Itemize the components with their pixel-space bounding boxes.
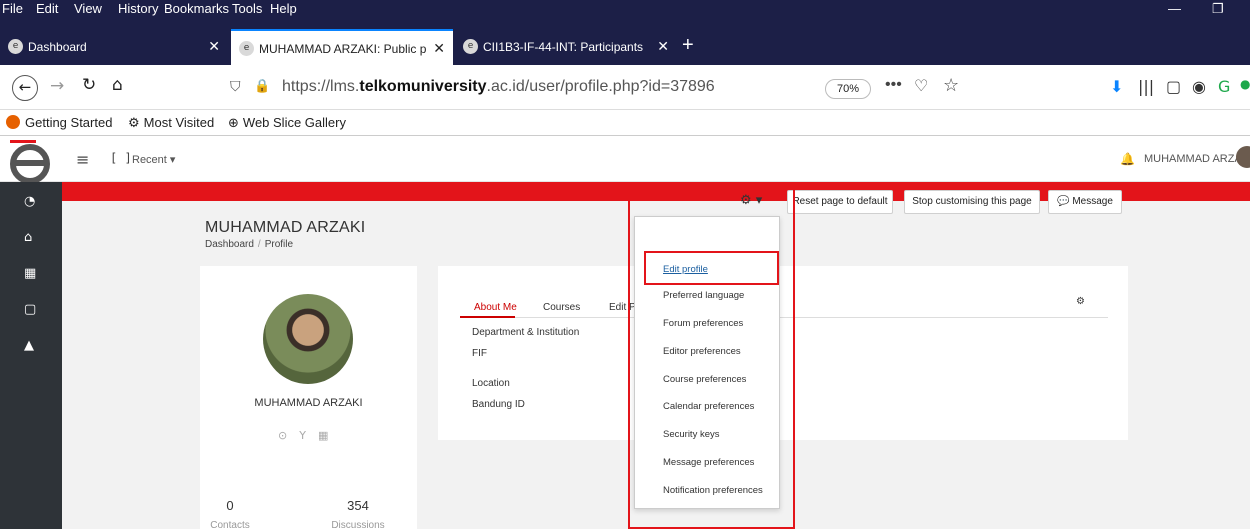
yahoo-icon[interactable]: Y xyxy=(299,429,318,442)
bookmark-star-icon[interactable]: ☆ xyxy=(943,75,959,96)
menu-help[interactable]: Help xyxy=(270,1,297,16)
tab-courses[interactable]: Courses xyxy=(543,302,580,313)
message-button[interactable]: 💬 Message xyxy=(1048,190,1122,214)
moodle-favicon-icon: e xyxy=(8,39,23,54)
profile-name: MUHAMMAD ARZAKI xyxy=(254,397,363,409)
grammarly-icon[interactable]: G xyxy=(1218,77,1230,96)
menu-edit[interactable]: Edit xyxy=(36,1,58,16)
bookmarks-toolbar: Getting Started ⚙ Most Visited ⊕ Web Slice… xyxy=(0,110,1250,136)
bell-icon[interactable]: 🔔 xyxy=(1120,152,1135,166)
menu-view[interactable]: View xyxy=(74,1,102,16)
lock-icon[interactable]: 🔒 xyxy=(254,79,270,94)
breadcrumb-profile[interactable]: Profile xyxy=(265,239,293,250)
location-value: Bandung ID xyxy=(472,399,525,410)
gear-icon: ⚙ xyxy=(128,116,140,131)
hamburger-menu-icon[interactable]: ≡ xyxy=(76,150,89,169)
back-arrow-icon[interactable]: ← xyxy=(12,75,38,101)
social-icons: ⊙Y▦ xyxy=(278,429,340,442)
moodle-favicon-icon: e xyxy=(463,39,478,54)
tab-participants[interactable]: e CII1B3-IF-44-INT: Participants ✕ xyxy=(455,29,677,65)
pocket-icon[interactable]: ♡ xyxy=(914,76,928,95)
recent-dropdown[interactable]: Recent ▾ xyxy=(132,153,175,166)
home-icon[interactable]: ⌂ xyxy=(112,75,123,95)
active-tab-indicator xyxy=(460,316,515,318)
url-text[interactable]: https://lms.telkomuniversity.ac.id/user/… xyxy=(282,78,715,96)
file-icon[interactable]: ▢ xyxy=(24,302,36,317)
download-icon[interactable]: ⬇ xyxy=(1110,77,1123,96)
bookmark-most-visited[interactable]: ⚙ Most Visited xyxy=(128,115,214,131)
sidebar-toggle-icon[interactable]: ▢ xyxy=(1166,77,1181,96)
address-bar[interactable]: ⛉ 🔒 https://lms.telkomuniversity.ac.id/u… xyxy=(220,73,1080,103)
library-icon[interactable]: ||| xyxy=(1138,77,1154,96)
minimize-icon[interactable]: — xyxy=(1168,1,1181,16)
contacts-count[interactable]: 0 xyxy=(190,498,270,513)
browser-menubar: File Edit View History Bookmarks Tools H… xyxy=(0,0,1250,20)
tab-title: CII1B3-IF-44-INT: Participants xyxy=(483,40,644,54)
site-header: ≡ [ ] Recent ▾ 🔔 MUHAMMAD ARZAKI xyxy=(0,136,1250,182)
dashboard-icon[interactable]: ◔ xyxy=(24,194,35,209)
reload-icon[interactable]: ↻ xyxy=(82,75,96,95)
profile-summary-card: MUHAMMAD ARZAKI ⊙Y▦ 0 354 Contacts Discu… xyxy=(200,266,417,529)
close-tab-icon[interactable]: ✕ xyxy=(208,38,220,55)
department-label: Department & Institution xyxy=(472,327,580,338)
stop-customising-button[interactable]: Stop customising this page xyxy=(904,190,1040,214)
menu-tools[interactable]: Tools xyxy=(232,1,262,16)
shield-icon[interactable]: ⛉ xyxy=(230,79,241,95)
close-tab-icon[interactable]: ✕ xyxy=(433,40,445,57)
menu-file[interactable]: File xyxy=(2,1,23,16)
highlight-box-dropdown xyxy=(628,183,795,529)
card-settings-gear-icon[interactable]: ⚙ xyxy=(1076,296,1085,307)
department-value: FIF xyxy=(472,348,487,359)
contacts-label: Contacts xyxy=(210,520,250,529)
tab-profile[interactable]: e MUHAMMAD ARZAKI: Public p ✕ xyxy=(231,29,453,65)
profile-picture xyxy=(263,294,353,384)
moodle-favicon-icon: e xyxy=(239,41,254,56)
tab-title: MUHAMMAD ARZAKI: Public p xyxy=(259,42,427,56)
menu-bookmarks[interactable]: Bookmarks xyxy=(164,1,229,16)
tab-title: Dashboard xyxy=(28,40,87,54)
restore-icon[interactable]: ❐ xyxy=(1212,1,1224,17)
breadcrumb-dashboard[interactable]: Dashboard xyxy=(205,239,254,250)
graduation-cap-icon[interactable]: ▲ xyxy=(24,338,34,353)
page-actions-icon[interactable]: ••• xyxy=(885,76,902,94)
bookmark-getting-started[interactable]: Getting Started xyxy=(6,115,112,130)
bookmark-web-slice-gallery[interactable]: ⊕ Web Slice Gallery xyxy=(228,115,346,131)
expand-icon[interactable]: [ ] xyxy=(110,151,132,165)
highlight-box-edit-profile xyxy=(644,251,779,285)
close-tab-icon[interactable]: ✕ xyxy=(657,38,669,55)
forward-arrow-icon[interactable]: → xyxy=(50,76,64,96)
windows-icon[interactable]: ▦ xyxy=(318,429,340,442)
account-icon[interactable]: ◉ xyxy=(1192,77,1206,96)
menu-history[interactable]: History xyxy=(118,1,158,16)
tab-dashboard[interactable]: e Dashboard ✕ xyxy=(0,29,228,65)
page-title: MUHAMMAD ARZAKI xyxy=(205,219,366,236)
home-icon[interactable]: ⌂ xyxy=(24,230,32,245)
tab-about-me[interactable]: About Me xyxy=(474,302,517,313)
celoe-logo[interactable] xyxy=(6,138,54,182)
chat-bubble-icon: 💬 xyxy=(1057,196,1073,207)
browser-navbar: ← → ↻ ⌂ ⛉ 🔒 https://lms.telkomuniversity… xyxy=(0,65,1250,110)
discussions-count[interactable]: 354 xyxy=(318,498,398,513)
left-nav-drawer: ◔ ⌂ ▦ ▢ ▲ xyxy=(0,182,62,529)
globe-icon: ⊕ xyxy=(228,116,239,131)
location-label: Location xyxy=(472,378,510,389)
skype-icon[interactable]: ⊙ xyxy=(278,429,299,442)
zoom-level-badge[interactable]: 70% xyxy=(825,79,871,99)
user-menu-name[interactable]: MUHAMMAD ARZAKI xyxy=(1144,153,1250,165)
discussions-label: Discussions xyxy=(331,520,385,529)
calendar-icon[interactable]: ▦ xyxy=(24,266,36,281)
firefox-icon xyxy=(6,115,20,129)
breadcrumb: Dashboard / Profile xyxy=(205,239,294,250)
browser-tabbar: e Dashboard ✕ e MUHAMMAD ARZAKI: Public … xyxy=(0,20,1250,65)
new-tab-icon[interactable]: + xyxy=(682,34,694,57)
extension-shield-icon[interactable]: ● xyxy=(1240,77,1250,91)
reset-page-button[interactable]: Reset page to default xyxy=(787,190,893,214)
